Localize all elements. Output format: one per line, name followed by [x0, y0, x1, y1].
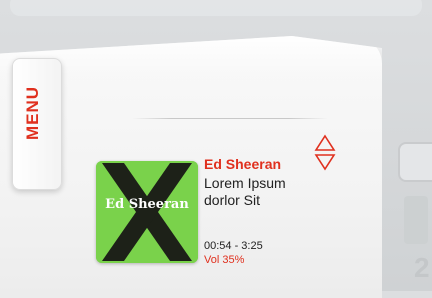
artist-name: Ed Sheeran: [204, 156, 282, 172]
background-digit: 2: [414, 252, 430, 283]
background-right-glyph: [404, 196, 428, 244]
song-title: Lorem Ipsum dorlor Sit: [204, 175, 286, 208]
divider: [132, 118, 328, 119]
background-top-bezel: [10, 0, 422, 16]
volume-level: Vol 35%: [204, 254, 245, 266]
album-art: Ed Sheeran: [96, 161, 198, 263]
triangle-up-outline-icon[interactable]: [314, 134, 336, 152]
album-x-graphic: [96, 161, 198, 263]
menu-label[interactable]: MENU: [23, 86, 43, 140]
track-time: 00:54 - 3:25: [204, 240, 263, 252]
triangle-down-outline-icon[interactable]: [314, 153, 336, 171]
background-right-slot: [398, 142, 432, 182]
album-artist-text: Ed Sheeran: [105, 197, 189, 212]
